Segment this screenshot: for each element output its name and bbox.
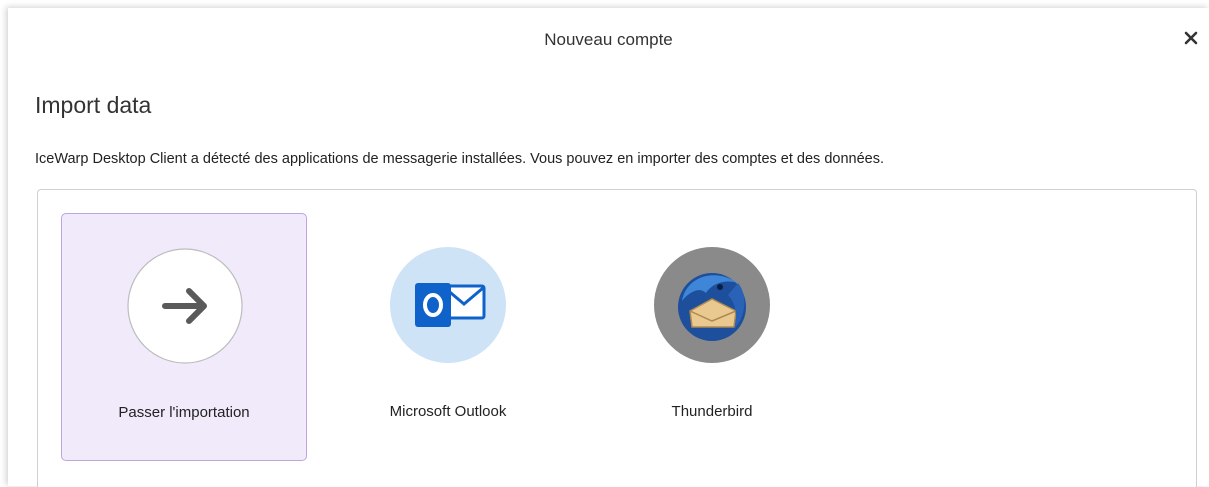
- option-label: Microsoft Outlook: [389, 403, 507, 420]
- outlook-option[interactable]: Microsoft Outlook: [325, 213, 571, 461]
- page-heading: Import data: [35, 92, 152, 118]
- option-label: Thunderbird: [671, 403, 753, 420]
- arrow-right-icon: [127, 248, 243, 364]
- page-description: IceWarp Desktop Client a détecté des app…: [35, 151, 884, 167]
- close-icon[interactable]: [1177, 24, 1205, 52]
- outlook-icon: [390, 247, 506, 363]
- import-options-panel: Passer l'importation Microsoft Outlook T…: [37, 189, 1197, 487]
- thunderbird-icon: [654, 247, 770, 363]
- dialog-titlebar: Nouveau compte: [8, 8, 1209, 64]
- new-account-dialog: Nouveau compte Import data IceWarp Deskt…: [8, 8, 1209, 487]
- thunderbird-option[interactable]: Thunderbird: [589, 213, 835, 461]
- dialog-title: Nouveau compte: [544, 30, 673, 49]
- skip-import-option[interactable]: Passer l'importation: [61, 213, 307, 461]
- option-label: Passer l'importation: [118, 404, 250, 421]
